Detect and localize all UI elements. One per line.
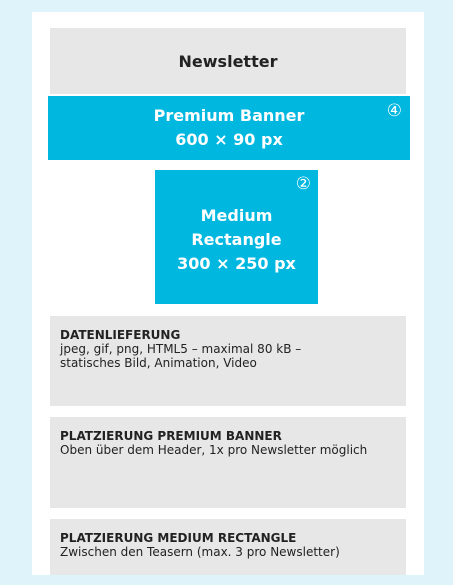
delivery-title: DATENLIEFERUNG (60, 328, 181, 342)
placement-medium-title: PLATZIERUNG MEDIUM RECTANGLE (60, 531, 297, 545)
medium-rectangle-count-badge: ② (295, 174, 311, 194)
placement-premium-title: PLATZIERUNG PREMIUM BANNER (60, 429, 282, 443)
medium-rectangle-title-line2: Rectangle (191, 230, 282, 249)
newsletter-header-block: Newsletter (50, 28, 406, 94)
newsletter-ad-card: Newsletter ④ Premium Banner 600 × 90 px … (32, 12, 424, 575)
premium-banner-count-badge: ④ (386, 101, 402, 121)
placement-premium-info-box: PLATZIERUNG PREMIUM BANNER Oben über dem… (50, 417, 406, 508)
delivery-text-line1: jpeg, gif, png, HTML5 – maximal 80 kB – (60, 342, 302, 356)
premium-banner-block: ④ Premium Banner 600 × 90 px (48, 96, 410, 160)
delivery-info-box: DATENLIEFERUNG jpeg, gif, png, HTML5 – m… (50, 316, 406, 406)
delivery-text-line2: statisches Bild, Animation, Video (60, 356, 257, 370)
medium-rectangle-block: ② Medium Rectangle 300 × 250 px (155, 170, 318, 304)
premium-banner-title: Premium Banner (153, 106, 305, 125)
medium-rectangle-size: 300 × 250 px (177, 254, 296, 273)
placement-premium-text: Oben über dem Header, 1x pro Newsletter … (60, 443, 368, 457)
premium-banner-size: 600 × 90 px (175, 130, 283, 149)
placement-medium-text: Zwischen den Teasern (max. 3 pro Newslet… (60, 545, 340, 559)
medium-rectangle-title-line1: Medium (200, 206, 273, 225)
placement-medium-info-box: PLATZIERUNG MEDIUM RECTANGLE Zwischen de… (50, 519, 406, 575)
newsletter-label: Newsletter (178, 51, 278, 71)
